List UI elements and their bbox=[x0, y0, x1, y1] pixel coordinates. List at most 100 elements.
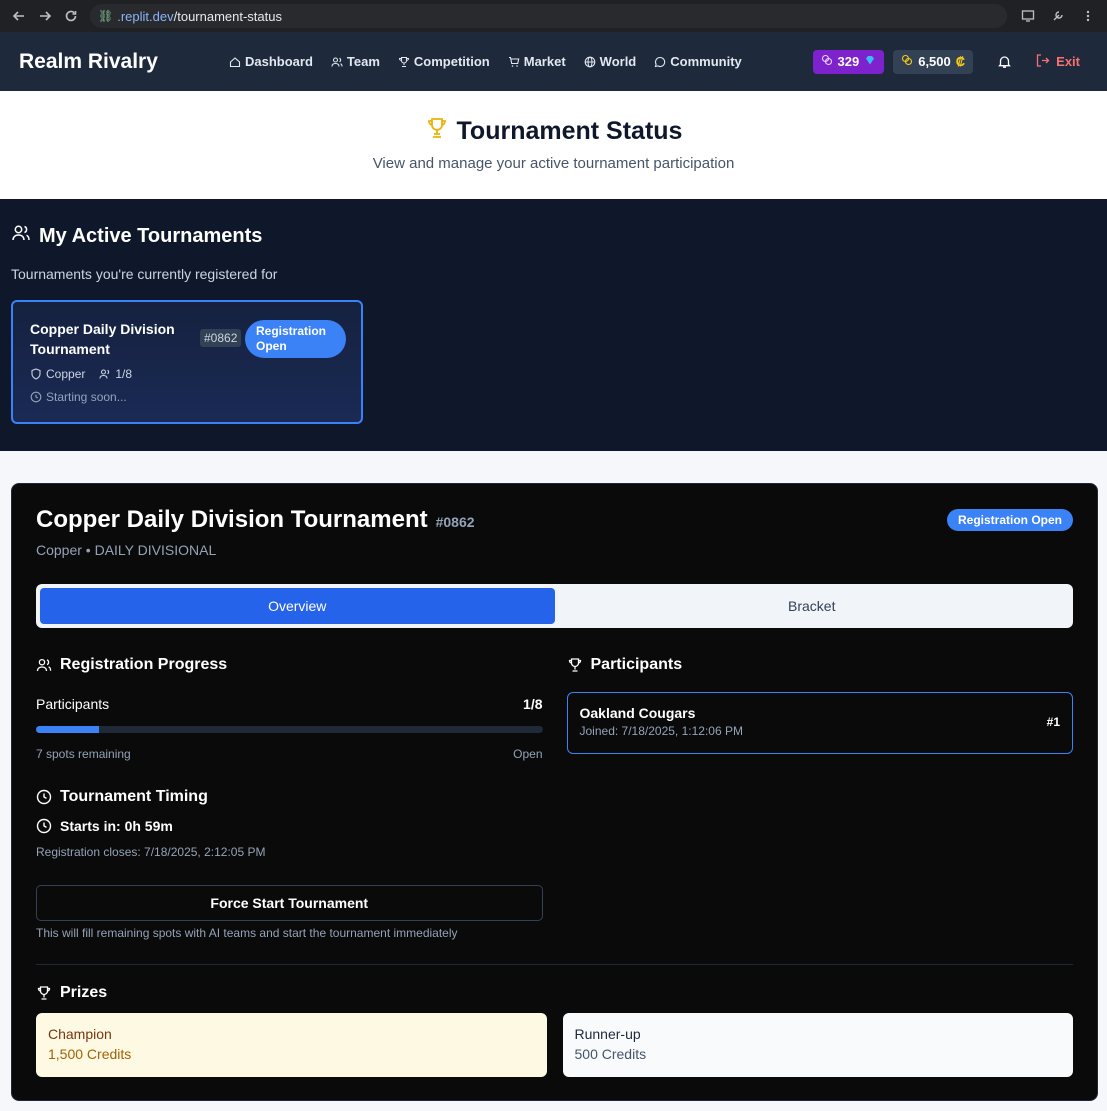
nav-world[interactable]: World bbox=[584, 54, 637, 69]
overview-left-column: Registration Progress Participants 1/8 7… bbox=[36, 656, 543, 940]
spots-remaining: 7 spots remaining bbox=[36, 747, 131, 761]
tab-overview[interactable]: Overview bbox=[40, 588, 555, 624]
details-subtitle: Copper • DAILY DIVISIONAL bbox=[36, 542, 217, 558]
exit-button[interactable]: Exit bbox=[1035, 53, 1088, 71]
tournament-details-panel: Copper Daily Division Tournament #0862 R… bbox=[11, 483, 1098, 1101]
gem-icon bbox=[864, 54, 876, 69]
page-subtitle: View and manage your active tournament p… bbox=[372, 155, 735, 172]
active-tournaments-section: My Active Tournaments Tournaments you're… bbox=[0, 199, 1107, 451]
heading-text: Prizes bbox=[60, 984, 108, 1001]
tab-bracket[interactable]: Bracket bbox=[555, 588, 1070, 624]
gems-balance[interactable]: 329 bbox=[812, 49, 885, 74]
tournament-timing-heading: Tournament Timing bbox=[36, 788, 543, 806]
back-icon[interactable] bbox=[6, 3, 32, 29]
heading-text: Tournament Timing bbox=[60, 788, 208, 805]
details-id: #0862 bbox=[435, 514, 475, 530]
brand-logo[interactable]: Realm Rivalry bbox=[19, 50, 229, 74]
url-path: /tournament-status bbox=[173, 8, 282, 24]
credits-balance[interactable]: 6,500 ₡ bbox=[893, 49, 974, 74]
prize-value: 500 Credits bbox=[574, 1046, 647, 1062]
address-bar[interactable]: ⛓ .replit.dev /tournament-status bbox=[90, 4, 1007, 28]
heading-text: Registration Progress bbox=[60, 656, 228, 673]
start-time-meta: Starting soon... bbox=[30, 390, 344, 404]
exit-label: Exit bbox=[1056, 54, 1080, 69]
starts-in-text: Starts in: 0h 59m bbox=[60, 818, 173, 834]
participants-count: 1/8 bbox=[523, 696, 543, 712]
prize-champion: Champion 1,500 Credits bbox=[36, 1013, 547, 1077]
nav-label: Team bbox=[346, 54, 380, 69]
start-time-label: Starting soon... bbox=[46, 390, 127, 404]
nav-community[interactable]: Community bbox=[654, 54, 742, 69]
section-subtitle: Tournaments you're currently registered … bbox=[11, 266, 278, 282]
participant-joined: Joined: 7/18/2025, 1:12:06 PM bbox=[579, 724, 743, 738]
globe-icon bbox=[584, 56, 596, 67]
prizes-heading: Prizes bbox=[36, 984, 1073, 1002]
force-start-button[interactable]: Force Start Tournament bbox=[36, 885, 543, 921]
force-start-note: This will fill remaining spots with AI t… bbox=[36, 926, 458, 940]
participants-label: Participants bbox=[36, 696, 110, 712]
gems-count: 329 bbox=[837, 54, 860, 69]
screen-icon[interactable] bbox=[1015, 3, 1041, 29]
section-title: My Active Tournaments bbox=[11, 223, 1096, 249]
prize-label: Champion bbox=[48, 1026, 112, 1042]
users-icon bbox=[11, 223, 31, 249]
tournament-card-name: Copper Daily Division Tournament bbox=[30, 321, 175, 357]
nav-label: Community bbox=[670, 54, 742, 69]
division-meta: Copper bbox=[30, 367, 85, 381]
chat-icon bbox=[654, 56, 666, 67]
status-badge: Registration Open bbox=[946, 509, 1073, 531]
page-title: Tournament Status bbox=[425, 116, 682, 147]
nav-label: Competition bbox=[413, 54, 490, 69]
trophy-icon bbox=[425, 116, 449, 147]
home-icon bbox=[229, 56, 241, 67]
progress-fill bbox=[36, 726, 100, 733]
tabs: Overview Bracket bbox=[36, 584, 1073, 628]
nav-team[interactable]: Team bbox=[331, 54, 380, 69]
details-title: Copper Daily Division Tournament bbox=[36, 506, 428, 533]
heading-text: Participants bbox=[590, 656, 683, 673]
users-icon bbox=[331, 56, 343, 67]
title-section: Tournament Status View and manage your a… bbox=[0, 91, 1107, 199]
cart-icon bbox=[508, 56, 520, 67]
prize-runner-up: Runner-up 500 Credits bbox=[562, 1013, 1073, 1077]
prize-value: 1,500 Credits bbox=[48, 1046, 132, 1062]
credits-count: 6,500 bbox=[918, 54, 951, 69]
forward-icon[interactable] bbox=[32, 3, 58, 29]
browser-toolbar: ⛓ .replit.dev /tournament-status bbox=[0, 0, 1107, 32]
section-title-text: My Active Tournaments bbox=[39, 224, 263, 247]
participant-name: Oakland Cougars bbox=[579, 705, 696, 721]
participants-meta: 1/8 bbox=[99, 367, 132, 381]
tournament-card[interactable]: Copper Daily Division Tournament #0862 R… bbox=[11, 300, 363, 424]
trophy-icon bbox=[37, 986, 51, 1000]
prize-label: Runner-up bbox=[574, 1026, 641, 1042]
participant-item[interactable]: Oakland Cougars Joined: 7/18/2025, 1:12:… bbox=[566, 692, 1073, 754]
logout-icon bbox=[1035, 53, 1050, 71]
clock-icon bbox=[30, 391, 42, 403]
nav-market[interactable]: Market bbox=[508, 54, 566, 69]
menu-dots-icon[interactable] bbox=[1075, 3, 1101, 29]
starts-in: Starts in: 0h 59m bbox=[36, 818, 543, 834]
wrench-icon[interactable] bbox=[1045, 3, 1071, 29]
coins-icon bbox=[821, 54, 833, 69]
prizes-section: Prizes Champion 1,500 Credits Runner-up … bbox=[36, 984, 1073, 1077]
registration-progress-bar bbox=[36, 726, 543, 733]
url-domain: .replit.dev bbox=[117, 8, 174, 24]
shield-icon bbox=[31, 368, 41, 380]
credit-symbol: ₡ bbox=[955, 54, 966, 69]
link-icon: ⛓ bbox=[98, 9, 114, 23]
trophy-icon bbox=[568, 658, 581, 672]
trophy-icon bbox=[398, 56, 409, 67]
users-icon bbox=[36, 658, 52, 672]
users-icon bbox=[99, 369, 110, 379]
coins-icon bbox=[901, 54, 913, 69]
nav-competition[interactable]: Competition bbox=[398, 54, 490, 69]
nav-dashboard[interactable]: Dashboard bbox=[229, 54, 313, 69]
registration-progress-heading: Registration Progress bbox=[36, 656, 543, 674]
participants-heading: Participants bbox=[567, 656, 1074, 674]
bell-icon[interactable] bbox=[982, 47, 1026, 77]
reload-icon[interactable] bbox=[58, 3, 84, 29]
app-header: Realm Rivalry Dashboard Team Competition… bbox=[0, 32, 1107, 91]
nav-label: World bbox=[599, 54, 637, 69]
nav-label: Dashboard bbox=[245, 54, 313, 69]
participant-rank: #1 bbox=[1046, 715, 1060, 729]
